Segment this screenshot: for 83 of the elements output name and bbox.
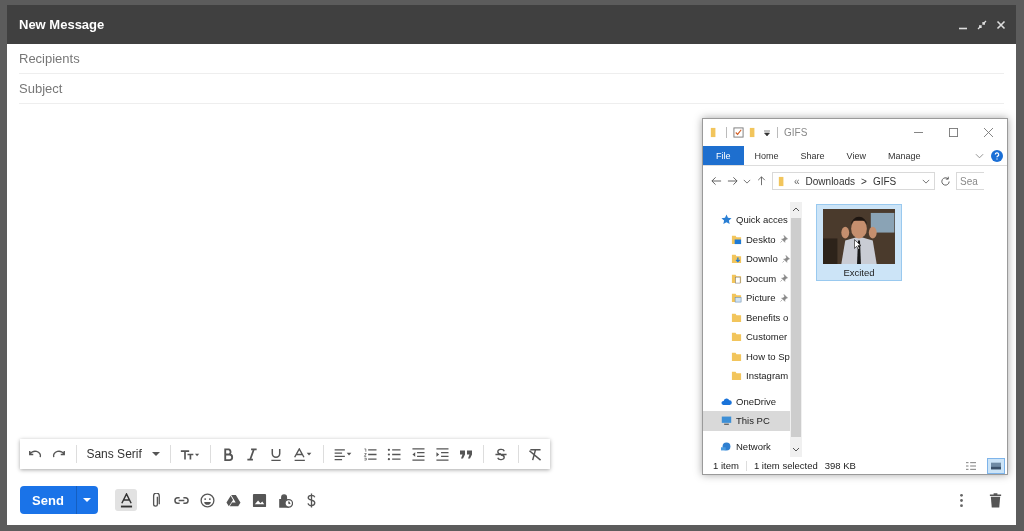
ribbon-tab[interactable]: Manage xyxy=(876,146,932,165)
image-icon[interactable] xyxy=(252,492,267,508)
checkbox-icon[interactable] xyxy=(733,127,744,138)
caret-icon[interactable] xyxy=(83,498,91,502)
pin-icon xyxy=(780,274,789,283)
details-view-icon xyxy=(965,460,977,471)
file-item[interactable]: Excited xyxy=(816,204,902,281)
nav-item[interactable]: Picture xyxy=(703,288,790,308)
nav-item[interactable]: This PC xyxy=(703,411,790,431)
help-icon[interactable] xyxy=(991,149,1003,162)
nav-item[interactable]: Docum xyxy=(703,268,790,288)
window-title: GIFS xyxy=(784,127,808,138)
address-bar[interactable]: « Downloads > GIFS xyxy=(772,172,935,190)
strikethrough-icon[interactable] xyxy=(493,447,508,461)
nav-item[interactable]: Customer xyxy=(703,327,790,347)
indent-less-icon[interactable] xyxy=(411,447,426,461)
nav-item[interactable]: Quick acces xyxy=(703,210,790,230)
cursor-icon xyxy=(854,239,861,250)
italic-icon[interactable] xyxy=(244,447,259,461)
dropdown-icon[interactable] xyxy=(763,128,771,137)
text-size-icon[interactable] xyxy=(180,447,201,461)
nav-item[interactable]: Network xyxy=(703,436,790,456)
window-title: New Message xyxy=(19,17,105,32)
scrollbar-thumb[interactable] xyxy=(791,218,801,437)
cloud-icon xyxy=(721,395,732,407)
desktop-folder-icon xyxy=(731,233,742,245)
status-text: 398 KB xyxy=(824,460,856,471)
status-text: 1 item xyxy=(713,460,739,471)
ribbon-tab[interactable]: Share xyxy=(789,146,836,165)
send-button[interactable]: Send xyxy=(20,486,98,514)
search-field[interactable]: Sea xyxy=(956,172,984,190)
nav-item[interactable]: Downlo xyxy=(703,249,790,269)
large-icons-view-button[interactable] xyxy=(987,457,1005,474)
overflow-chevrons[interactable]: « xyxy=(794,175,800,187)
status-text: 1 item selected xyxy=(753,460,818,471)
star-icon xyxy=(721,214,732,226)
caret-icon xyxy=(151,452,160,456)
ribbon-tab[interactable]: View xyxy=(835,146,877,165)
scroll-up-icon[interactable] xyxy=(792,206,800,212)
nav-item[interactable]: How to Sp xyxy=(703,346,790,366)
nav-item[interactable]: Benefits o xyxy=(703,307,790,327)
pin-icon xyxy=(779,293,788,302)
underline-icon[interactable] xyxy=(268,447,283,461)
breadcrumb-separator: > xyxy=(861,175,867,187)
font-dropdown[interactable]: Sans Serif xyxy=(86,447,160,461)
nav-item[interactable]: Instagram xyxy=(703,366,790,386)
breadcrumb[interactable]: Downloads xyxy=(805,175,856,187)
pin-icon xyxy=(781,254,790,263)
ribbon-tab[interactable]: File xyxy=(703,146,744,165)
lock-clock-icon[interactable] xyxy=(278,492,293,508)
download-folder-icon xyxy=(731,253,742,265)
maximize-icon[interactable] xyxy=(949,128,958,137)
bulleted-list-icon[interactable] xyxy=(387,447,402,461)
ribbon-tab[interactable]: Home xyxy=(743,146,790,165)
exit-full-screen-icon[interactable] xyxy=(977,19,987,30)
computer-icon xyxy=(721,415,732,427)
close-icon[interactable] xyxy=(984,128,993,137)
nav-item[interactable]: Deskto xyxy=(703,229,790,249)
back-arrow-icon[interactable] xyxy=(711,176,722,186)
chevron-down-icon[interactable] xyxy=(743,178,751,184)
network-icon xyxy=(721,440,732,452)
up-arrow-icon[interactable] xyxy=(756,176,767,186)
indent-more-icon[interactable] xyxy=(435,447,450,461)
chevron-down-icon[interactable] xyxy=(922,178,930,184)
scrollbar[interactable] xyxy=(790,202,802,457)
pictures-folder-icon xyxy=(731,292,742,304)
pin-icon xyxy=(779,235,788,244)
document-folder-icon xyxy=(731,272,742,284)
align-icon[interactable] xyxy=(333,447,354,461)
numbered-list-icon[interactable] xyxy=(363,447,378,461)
delete-icon[interactable] xyxy=(988,492,1003,508)
nav-item[interactable]: OneDrive xyxy=(703,391,790,411)
drive-icon[interactable] xyxy=(226,492,241,508)
refresh-icon[interactable] xyxy=(940,175,951,187)
large-icons-view-icon xyxy=(990,460,1002,471)
formatting-options-button[interactable] xyxy=(115,489,137,511)
text-color-icon[interactable] xyxy=(292,447,313,461)
file-name: Excited xyxy=(843,267,875,278)
forward-arrow-icon[interactable] xyxy=(727,176,738,186)
scroll-down-icon[interactable] xyxy=(792,447,800,453)
remove-formatting-icon[interactable] xyxy=(528,447,542,461)
emoji-icon[interactable] xyxy=(200,492,215,508)
breadcrumb[interactable]: GIFS xyxy=(872,175,897,187)
